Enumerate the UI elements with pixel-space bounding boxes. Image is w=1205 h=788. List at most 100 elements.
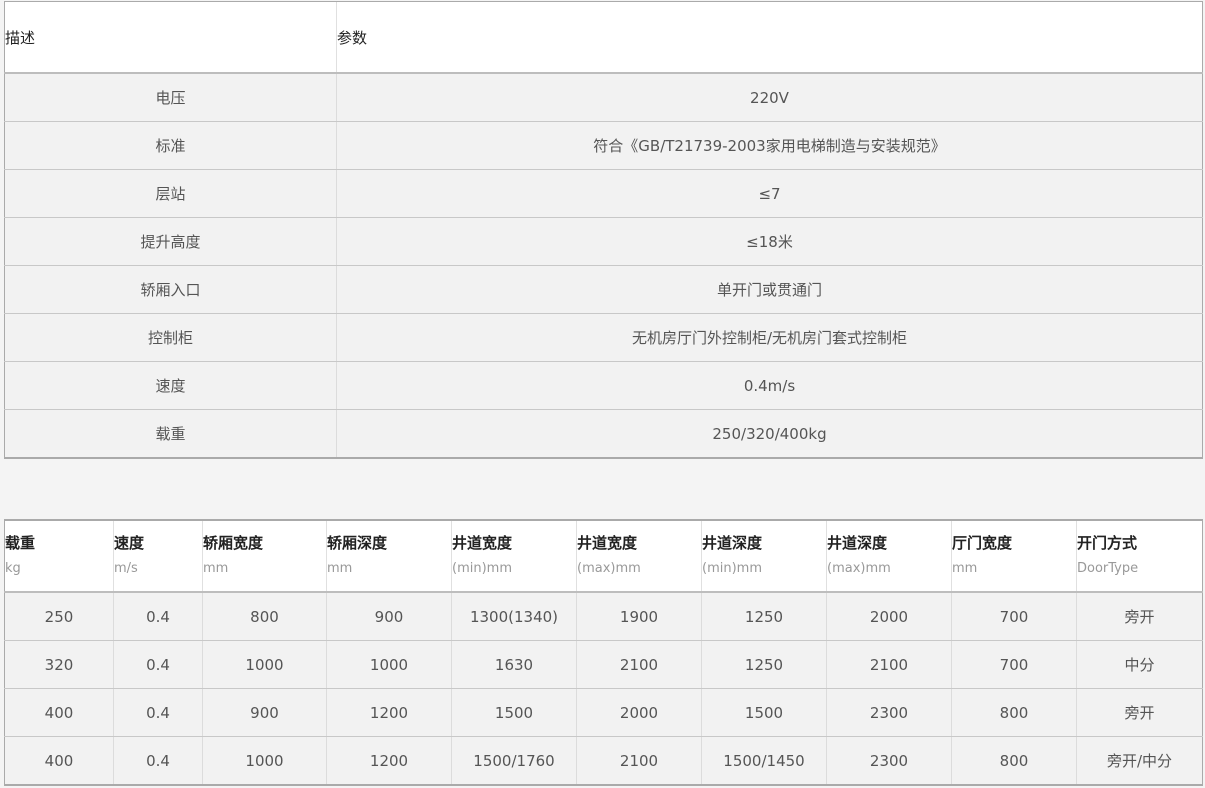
column-header: 速度 m/s [113,519,203,593]
column-header: 井道宽度 (max)mm [576,519,702,593]
table-cell: 700 [951,640,1077,689]
spec-row: 电压 220V [4,73,1203,122]
table-cell: 2300 [826,688,952,737]
column-header: 井道宽度 (min)mm [451,519,577,593]
table-cell: 1200 [326,688,452,737]
column-unit: (max)mm [827,561,891,576]
spec-label: 层站 [4,169,337,218]
column-unit: DoorType [1077,561,1139,576]
table-cell: 1000 [326,640,452,689]
spec-header-description: 描述 [4,1,337,74]
column-header: 井道深度 (min)mm [701,519,827,593]
table-cell: 1500/1450 [701,736,827,786]
table-cell: 400 [4,688,114,737]
column-title: 井道深度 [827,534,888,552]
spec-value: 单开门或贯通门 [336,265,1203,314]
table-cell: 2300 [826,736,952,786]
spec-row: 层站 ≤7 [4,169,1203,218]
table-row: 250 0.4 800 900 1300(1340) 1900 1250 200… [4,592,1203,641]
spec-row: 标准 符合《GB/T21739-2003家用电梯制造与安装规范》 [4,121,1203,170]
table-cell: 2100 [576,736,702,786]
column-header: 轿厢宽度 mm [202,519,327,593]
spec-row: 控制柜 无机房厅门外控制柜/无机房门套式控制柜 [4,313,1203,362]
table-cell: 2100 [576,640,702,689]
spec-label: 电压 [4,73,337,122]
table-cell: 400 [4,736,114,786]
table-cell: 0.4 [113,688,203,737]
table-cell: 700 [951,592,1077,641]
spec-value: 符合《GB/T21739-2003家用电梯制造与安装规范》 [336,121,1203,170]
spec-value: 220V [336,73,1203,122]
spec-table: 描述 参数 电压 220V 标准 符合《GB/T21739-2003家用电梯制造… [4,1,1203,459]
model-table: 载重 kg 速度 m/s 轿厢宽度 mm 轿厢深度 mm 井道宽度 (min)mm 井道宽… [4,519,1203,786]
table-cell: 1500/1760 [451,736,577,786]
table-row: 400 0.4 900 1200 1500 2000 1500 2300 800… [4,688,1203,737]
spec-label: 载重 [4,409,337,459]
column-header: 厅门宽度 mm [951,519,1077,593]
table-cell: 0.4 [113,640,203,689]
column-unit: (max)mm [577,561,641,576]
table-cell: 250 [4,592,114,641]
column-header: 井道深度 (max)mm [826,519,952,593]
table-cell: 1250 [701,640,827,689]
column-unit: mm [952,561,978,576]
table-cell: 900 [326,592,452,641]
spec-label: 速度 [4,361,337,410]
model-header-row: 载重 kg 速度 m/s 轿厢宽度 mm 轿厢深度 mm 井道宽度 (min)mm 井道宽… [4,519,1203,593]
table-cell: 1500 [451,688,577,737]
spec-label: 标准 [4,121,337,170]
spec-row: 提升高度 ≤18米 [4,217,1203,266]
spec-label: 控制柜 [4,313,337,362]
table-cell: 旁开/中分 [1076,736,1203,786]
column-title: 厅门宽度 [952,534,1013,552]
spec-value: ≤7 [336,169,1203,218]
table-cell: 1000 [202,736,327,786]
column-title: 井道宽度 [577,534,638,552]
spec-label: 轿厢入口 [4,265,337,314]
column-title: 轿厢深度 [327,534,388,552]
column-unit: m/s [114,561,138,576]
column-unit: mm [203,561,229,576]
table-cell: 800 [202,592,327,641]
spec-value: ≤18米 [336,217,1203,266]
spec-row: 载重 250/320/400kg [4,409,1203,459]
column-header: 载重 kg [4,519,114,593]
spec-row: 速度 0.4m/s [4,361,1203,410]
column-title: 井道宽度 [452,534,513,552]
spec-value: 0.4m/s [336,361,1203,410]
spec-row: 轿厢入口 单开门或贯通门 [4,265,1203,314]
table-cell: 800 [951,736,1077,786]
table-cell: 2100 [826,640,952,689]
column-header: 轿厢深度 mm [326,519,452,593]
spec-label: 提升高度 [4,217,337,266]
table-cell: 900 [202,688,327,737]
table-cell: 1500 [701,688,827,737]
table-cell: 1200 [326,736,452,786]
table-cell: 旁开 [1076,592,1203,641]
spec-value: 250/320/400kg [336,409,1203,459]
table-cell: 1300(1340) [451,592,577,641]
table-cell: 1630 [451,640,577,689]
column-title: 井道深度 [702,534,763,552]
spec-header-row: 描述 参数 [4,1,1203,74]
table-cell: 2000 [826,592,952,641]
spec-header-parameter: 参数 [336,1,1203,74]
table-cell: 1000 [202,640,327,689]
column-title: 速度 [114,534,145,552]
column-title: 开门方式 [1077,534,1138,552]
table-cell: 320 [4,640,114,689]
table-row: 400 0.4 1000 1200 1500/1760 2100 1500/14… [4,736,1203,786]
column-unit: kg [5,561,21,576]
table-cell: 0.4 [113,592,203,641]
column-title: 轿厢宽度 [203,534,264,552]
column-header: 开门方式 DoorType [1076,519,1203,593]
table-cell: 800 [951,688,1077,737]
table-cell: 1900 [576,592,702,641]
table-cell: 1250 [701,592,827,641]
column-unit: mm [327,561,353,576]
table-row: 320 0.4 1000 1000 1630 2100 1250 2100 70… [4,640,1203,689]
table-cell: 2000 [576,688,702,737]
table-cell: 旁开 [1076,688,1203,737]
column-unit: (min)mm [702,561,762,576]
table-cell: 0.4 [113,736,203,786]
